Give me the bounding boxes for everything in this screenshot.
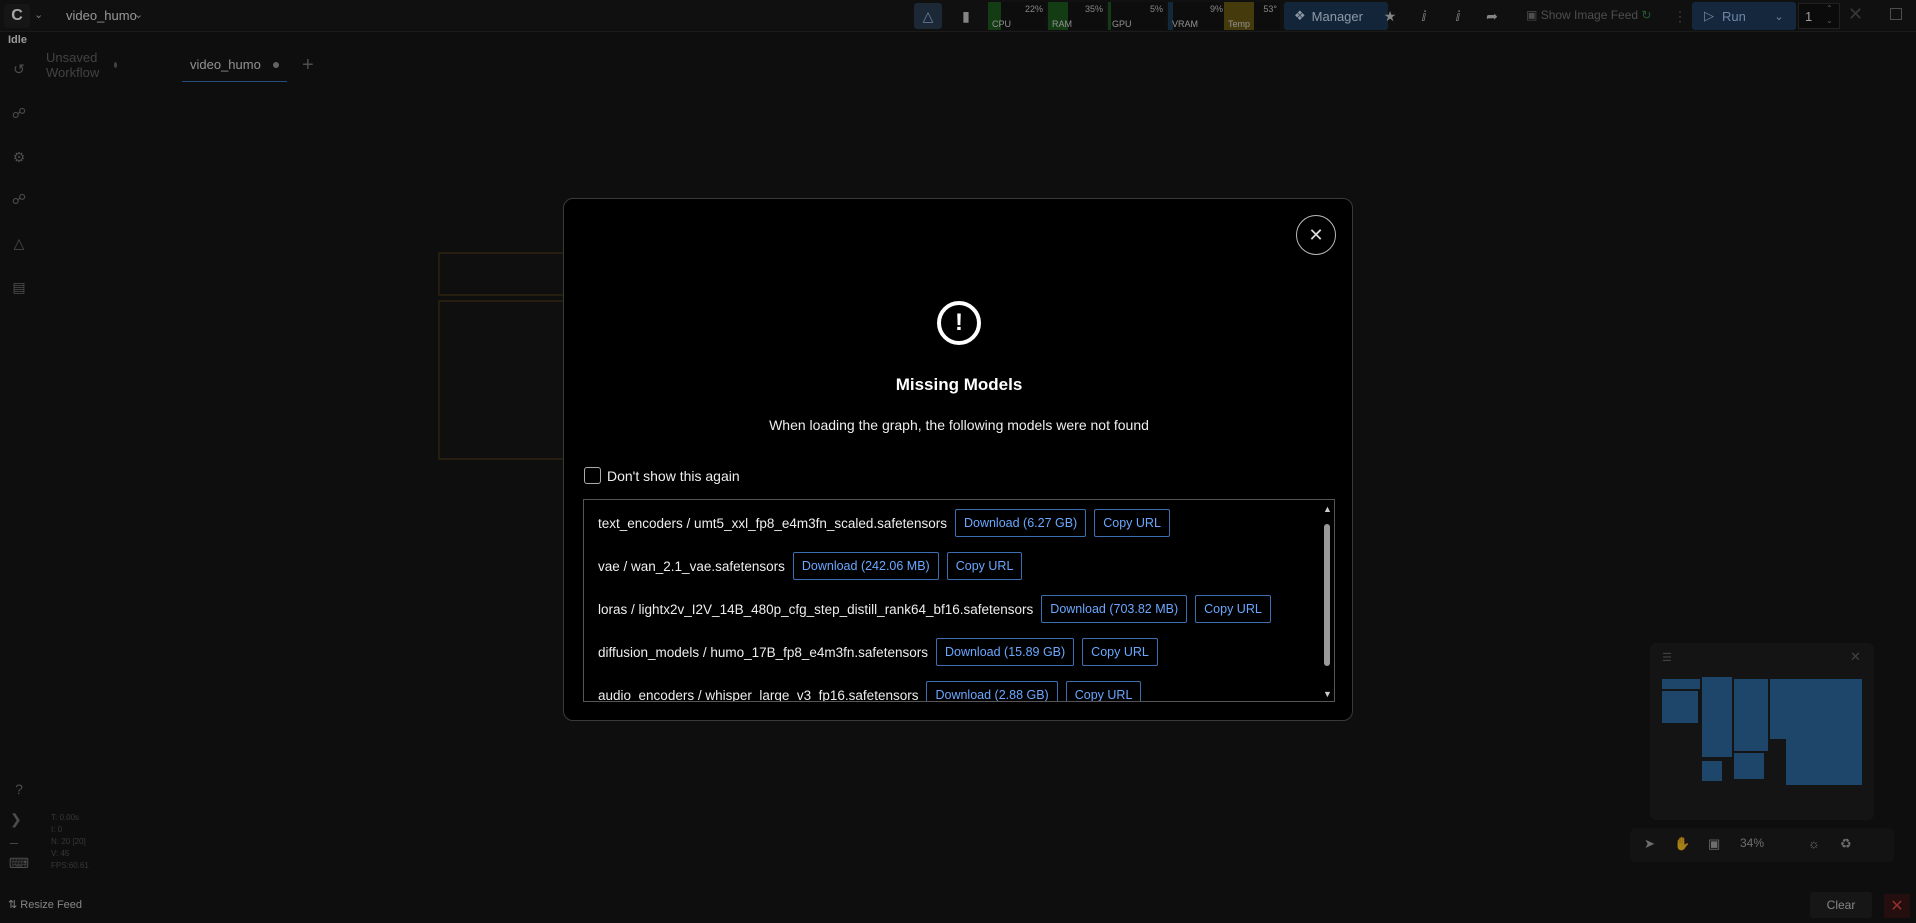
download-button[interactable]: Download (15.89 GB) [935, 638, 1075, 666]
checkbox[interactable] [584, 467, 601, 484]
model-path: audio_encoders / whisper_large_v3_fp16.s… [598, 687, 919, 702]
model-path: diffusion_models / humo_17B_fp8_e4m3fn.s… [598, 644, 928, 660]
copy-url-button[interactable]: Copy URL [1195, 595, 1271, 623]
warning-icon: ! [937, 301, 981, 345]
dont-show-again-checkbox[interactable]: Don't show this again [584, 467, 740, 484]
missing-models-dialog: ✕ ! Missing Models When loading the grap… [563, 198, 1353, 721]
scrollbar-thumb[interactable] [1324, 524, 1330, 666]
model-path: text_encoders / umt5_xxl_fp8_e4m3fn_scal… [598, 515, 947, 531]
scrollbar[interactable]: ▲ ▼ [1322, 504, 1332, 699]
model-path: loras / lightx2v_I2V_14B_480p_cfg_step_d… [598, 601, 1034, 617]
download-button[interactable]: Download (703.82 MB) [1041, 595, 1188, 623]
model-path: vae / wan_2.1_vae.safetensors [598, 558, 785, 574]
dialog-title: Missing Models [895, 375, 1023, 394]
download-button[interactable]: Download (2.88 GB) [926, 681, 1058, 701]
copy-url-button[interactable]: Copy URL [946, 552, 1023, 580]
dialog-subtitle: When loading the graph, the following mo… [769, 417, 1149, 433]
download-button[interactable]: Download (242.06 MB) [792, 552, 939, 580]
download-button[interactable]: Download (6.27 GB) [954, 509, 1087, 537]
list-item: loras / lightx2v_I2V_14B_480p_cfg_step_d… [598, 595, 1271, 623]
list-item: audio_encoders / whisper_large_v3_fp16.s… [598, 681, 1142, 702]
copy-url-button[interactable]: Copy URL [1082, 638, 1158, 666]
scroll-up-icon[interactable]: ▲ [1323, 504, 1332, 514]
scroll-down-icon[interactable]: ▼ [1323, 689, 1332, 699]
copy-url-button[interactable]: Copy URL [1065, 681, 1142, 701]
missing-models-list[interactable]: text_encoders / umt5_xxl_fp8_e4m3fn_scal… [583, 499, 1335, 702]
dont-show-again-label: Don't show this again [607, 467, 740, 484]
list-item: diffusion_models / humo_17B_fp8_e4m3fn.s… [598, 638, 1158, 666]
list-item: text_encoders / umt5_xxl_fp8_e4m3fn_scal… [598, 509, 1170, 537]
close-icon[interactable]: ✕ [1296, 215, 1336, 255]
list-item: vae / wan_2.1_vae.safetensors Download (… [598, 552, 1023, 580]
copy-url-button[interactable]: Copy URL [1094, 509, 1170, 537]
